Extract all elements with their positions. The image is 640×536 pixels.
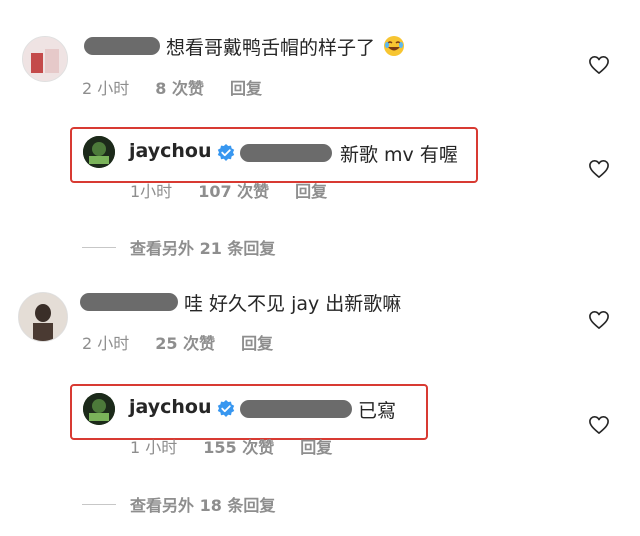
like-heart-icon[interactable] [588,55,610,75]
commenter-avatar[interactable] [18,292,68,342]
reply-text: 已寫 [358,400,397,422]
reply-like-heart-icon[interactable] [588,159,610,179]
view-more-replies[interactable]: 查看另外 21 条回复 [82,235,275,259]
comment-text: 哇 好久不见 jay 出新歌嘛 [184,293,402,315]
comment-time: 2 小时 [82,79,130,98]
commenter-avatar[interactable] [22,36,68,82]
reply-reply-button[interactable]: 回复 [300,438,332,457]
divider-line [82,503,116,505]
comment-text: 想看哥戴鸭舌帽的样子了 [166,33,405,60]
laughing-emoji-icon [383,35,405,57]
reply-meta: 1 小时 155 次赞 回复 [130,434,358,458]
verified-badge-icon [217,400,235,417]
redacted-username [80,293,178,311]
like-count[interactable]: 25 次赞 [155,334,215,353]
like-count[interactable]: 8 次赞 [155,79,204,98]
redacted-mention [240,400,352,418]
reply-like-count[interactable]: 107 次赞 [198,182,269,201]
reply-like-count[interactable]: 155 次赞 [203,438,274,457]
view-more-replies[interactable]: 查看另外 18 条回复 [82,492,275,516]
reply-username[interactable]: jaychou [129,396,212,418]
reply-like-heart-icon[interactable] [588,415,610,435]
reply-text: 新歌 mv 有喔 [340,144,458,166]
view-more-label[interactable]: 查看另外 21 条回复 [130,235,275,259]
comment-meta: 2 小时 8 次赞 回复 [82,75,288,99]
comment-meta: 2 小时 25 次赞 回复 [82,330,299,354]
comment-time: 2 小时 [82,334,130,353]
reply-time: 1小时 [130,182,173,201]
view-more-label[interactable]: 查看另外 18 条回复 [130,492,275,516]
reply-meta: 1小时 107 次赞 回复 [130,178,353,202]
reply-username[interactable]: jaychou [129,140,212,162]
redacted-mention [240,144,332,162]
jaychou-avatar[interactable] [83,136,115,168]
jaychou-avatar[interactable] [83,393,115,425]
verified-badge-icon [217,144,235,161]
like-heart-icon[interactable] [588,310,610,330]
divider-line [82,246,116,248]
reply-button[interactable]: 回复 [230,79,262,98]
redacted-username [84,37,160,55]
reply-time: 1 小时 [130,438,178,457]
reply-button[interactable]: 回复 [241,334,273,353]
reply-reply-button[interactable]: 回复 [295,182,327,201]
